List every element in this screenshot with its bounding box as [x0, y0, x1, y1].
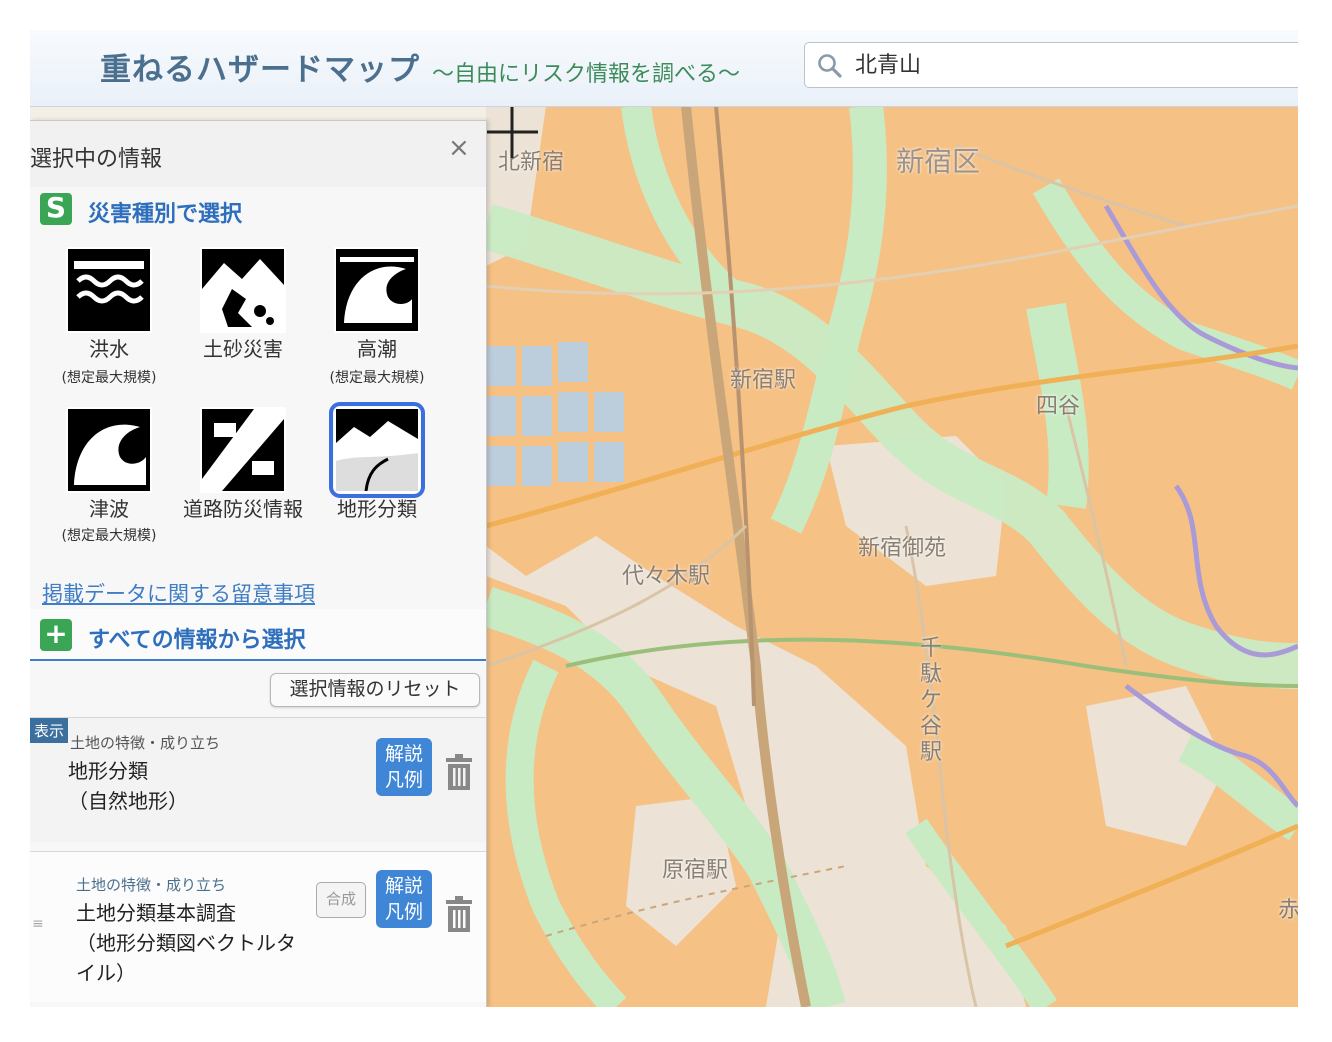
search-icon: [818, 54, 842, 78]
legend-button-line-2: 凡例: [384, 901, 423, 923]
layer-name-line-2: （自然地形）: [68, 789, 188, 813]
app-window: 重ねるハザードマップ ～自由にリスク情報を調べる～ 北青山 北新宿 新宿区 新宿…: [30, 30, 1298, 1007]
close-icon[interactable]: ×: [448, 133, 470, 163]
map-label-shinjuku-ku: 新宿区: [896, 145, 981, 178]
storm-surge-note: (想定最大規模): [329, 370, 425, 386]
hazard-map[interactable]: 北新宿 新宿区 新宿駅 四谷 新宿御苑 代々木駅 千駄ケ谷駅 原宿駅 赤: [486, 106, 1298, 1007]
map-label-harajuku-station: 原宿駅: [662, 858, 729, 883]
terrain-classification-icon: [336, 409, 418, 492]
legend-button[interactable]: 解説 凡例: [376, 738, 432, 796]
legend-button-line-2: 凡例: [384, 769, 423, 791]
app-title: 重ねるハザードマップ: [100, 52, 420, 88]
map-label-sendagaya-station: 千駄ケ谷駅: [920, 636, 943, 765]
tsunami-note: (想定最大規模): [61, 528, 157, 544]
flood-note: (想定最大規模): [61, 370, 157, 386]
terrain-classification-label: 地形分類: [337, 497, 417, 521]
plus-icon: +: [40, 619, 72, 651]
drag-handle-icon[interactable]: ≡: [32, 916, 44, 932]
layer-name-line-1: 地形分類: [68, 759, 148, 783]
layer-name-line-3: イル）: [76, 961, 136, 985]
panel-title: 選択中の情報: [30, 147, 163, 172]
tsunami-tile[interactable]: [66, 407, 152, 493]
search-box[interactable]: [804, 42, 1298, 88]
storm-surge-label: 高潮: [357, 337, 397, 361]
search-input[interactable]: [853, 49, 1297, 76]
flood-label: 洪水: [89, 337, 129, 361]
map-label-aka: 赤: [1278, 898, 1298, 923]
layer-name-line-1: 土地分類基本調査: [76, 901, 236, 925]
map-label-yoyogi-station: 代々木駅: [622, 564, 711, 589]
terrain-classification-tile[interactable]: [329, 402, 425, 498]
layer-category: 土地の特徴・成り立ち: [76, 876, 227, 894]
map-label-shinjuku-gyoen: 新宿御苑: [858, 536, 947, 561]
legend-button-line-1: 解説: [384, 743, 423, 765]
all-info-section-header[interactable]: + すべての情報から選択: [30, 609, 486, 661]
map-label-yotsuya: 四谷: [1036, 394, 1081, 419]
layer-name-line-2: （地形分類図ベクトルタ: [76, 931, 296, 955]
road-disaster-label: 道路防災情報: [183, 497, 303, 521]
landslide-tile[interactable]: [200, 247, 286, 333]
legend-button-line-1: 解説: [384, 875, 423, 897]
selected-info-panel: 選択中の情報 × S 災害種別で選択 洪水 (想定最大規模) 土砂災害 高潮 (…: [30, 120, 487, 1007]
landslide-label: 土砂災害: [203, 337, 283, 361]
tsunami-icon: [68, 409, 150, 491]
layer-category: 土地の特徴・成り立ち: [70, 734, 221, 752]
reset-selection-button[interactable]: 選択情報のリセット: [270, 673, 480, 707]
disaster-type-section-label: 災害種別で選択: [88, 202, 243, 227]
map-label-shinjuku-station: 新宿駅: [730, 368, 797, 393]
layer-card-terrain: 表示 土地の特徴・成り立ち 地形分類 （自然地形） 解説 凡例: [30, 717, 486, 842]
legend-button[interactable]: 解説 凡例: [376, 870, 432, 928]
trash-icon[interactable]: [444, 896, 474, 932]
map-center-crosshair-icon: [486, 106, 538, 158]
all-info-section-label: すべての情報から選択: [88, 628, 306, 653]
layer-card-land-classification: ≡ 土地の特徴・成り立ち 土地分類基本調査 （地形分類図ベクトルタ イル） 合成…: [30, 851, 486, 1002]
panel-header: 選択中の情報 ×: [30, 121, 486, 187]
header-bar: 重ねるハザードマップ ～自由にリスク情報を調べる～: [30, 30, 1298, 107]
s-shape-icon: S: [40, 193, 72, 225]
tsunami-label: 津波: [89, 497, 129, 521]
disaster-type-section-header[interactable]: S 災害種別で選択: [30, 187, 486, 227]
road-disaster-icon: [200, 407, 286, 493]
storm-surge-tile[interactable]: [334, 247, 420, 333]
storm-surge-icon: [336, 249, 418, 331]
flood-tile[interactable]: [66, 247, 152, 333]
app-subtitle: ～自由にリスク情報を調べる～: [432, 62, 741, 87]
landslide-icon: [202, 249, 284, 331]
road-disaster-tile[interactable]: [200, 407, 286, 493]
trash-icon[interactable]: [444, 754, 474, 790]
combine-button[interactable]: 合成: [316, 882, 366, 918]
flood-icon: [68, 249, 150, 331]
data-notice-link[interactable]: 掲載データに関する留意事項: [42, 578, 315, 608]
visible-badge[interactable]: 表示: [30, 718, 69, 743]
